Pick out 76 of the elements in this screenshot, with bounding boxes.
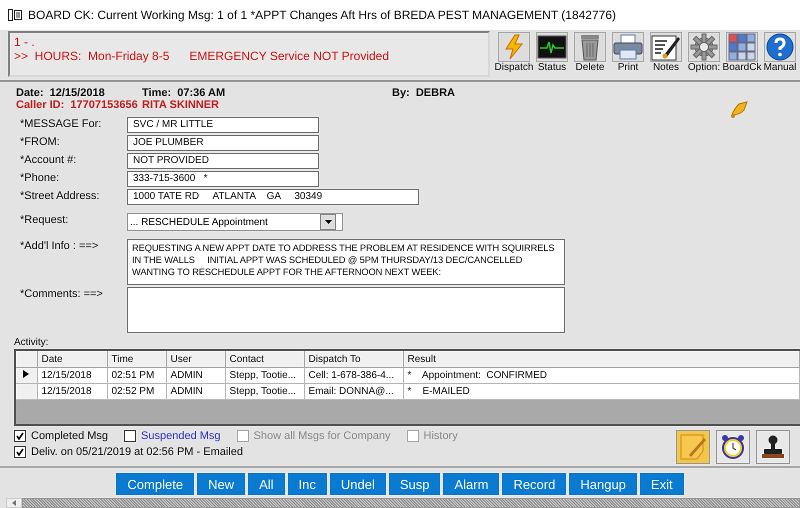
field-label: *FROM: — [20, 135, 61, 148]
scroll-left-button[interactable] — [6, 498, 22, 508]
request-dropdown[interactable]: ... RESCHEDULE Appointment — [127, 213, 343, 231]
table-cell: ADMIN — [166, 368, 225, 384]
field-label: *Phone: — [20, 171, 60, 184]
printer-icon — [613, 34, 643, 60]
caller-name: RITA SKINNER — [142, 99, 219, 111]
action-button[interactable]: Undel — [330, 473, 386, 495]
table-cell: 02:51 PM — [107, 368, 166, 384]
table-cell: 12/15/2018 — [37, 368, 107, 384]
action-button[interactable]: Susp — [388, 473, 440, 495]
notice-text: 1 - . — [14, 35, 36, 49]
action-button[interactable]: Alarm — [443, 473, 500, 495]
column-header[interactable]: Time — [107, 350, 166, 368]
column-header[interactable]: Result — [403, 350, 800, 368]
by-value: DEBRA — [416, 87, 455, 99]
sticky-note-pencil-icon — [679, 433, 707, 461]
checkbox-label[interactable]: Completed Msg — [31, 430, 108, 442]
field-label: *Request: — [20, 213, 70, 226]
input-field[interactable]: SVC / MR LITTLE — [127, 117, 319, 133]
grid-icon — [728, 33, 756, 61]
input-field[interactable]: JOE PLUMBER — [127, 135, 319, 151]
action-button[interactable]: All — [248, 473, 285, 495]
notepad-pen-icon — [651, 33, 681, 61]
left-arrow-icon — [12, 500, 16, 506]
field-label: *Comments: ==> — [20, 287, 104, 300]
checkbox[interactable] — [14, 446, 26, 458]
monitor-icon — [537, 35, 567, 59]
action-button[interactable]: Record — [502, 473, 566, 495]
caller-id-value: 17707153656 — [70, 99, 138, 111]
input-field[interactable]: 333-715-3600 * — [127, 171, 319, 187]
input-field[interactable]: 1000 TATE RD ATLANTA GA 30349 — [127, 189, 419, 205]
dropdown-arrow-icon — [324, 220, 332, 224]
checkbox[interactable] — [14, 430, 26, 442]
current-row-icon — [23, 370, 30, 378]
gear-icon — [690, 33, 718, 61]
action-button[interactable]: Inc — [288, 473, 327, 495]
time-value: 07:36 AM — [177, 87, 226, 99]
row-selector[interactable] — [15, 384, 37, 400]
alarm-clock-icon — [720, 434, 746, 460]
window-title: BOARD CK: Current Working Msg: 1 of 1 *APPT Changes Aft Hrs of BREDA PEST MANAGEMENT (1842776) — [28, 8, 616, 22]
row-selector[interactable] — [15, 368, 37, 384]
tool-button[interactable] — [756, 430, 790, 464]
column-header[interactable]: User — [166, 350, 225, 368]
date-value: 12/15/2018 — [50, 87, 105, 99]
activity-label: Activity: — [13, 336, 50, 349]
field-label: *MESSAGE For: — [20, 117, 102, 130]
notice-text: >> HOURS: Mon-Friday 8-5 EMERGENCY Service NOT Provided — [14, 49, 390, 63]
table-cell: Stepp, Tootie... — [225, 368, 304, 384]
action-button[interactable]: Complete — [116, 473, 194, 495]
text-area[interactable]: REQUESTING A NEW APPT DATE TO ADDRESS THE PROBLEM AT RESIDENCE WITH SQUIRRELS IN THE WALLS INITIAL APPT WAS SCHEDULED @ 5PM THURSDAY/13 DEC/CANCELLED WANTING TO RESCHEDULE APPT FOR THE AFTERNOON NEXT WEEK: — [127, 239, 565, 285]
column-header[interactable]: Date — [37, 350, 107, 368]
field-label: *Street Address: — [20, 189, 100, 202]
checkbox[interactable] — [124, 430, 136, 442]
stamp-icon — [760, 434, 786, 460]
by-label: By: — [392, 87, 410, 99]
caller-id-label: Caller ID: — [16, 99, 64, 111]
field-label: *Add'l Info : ==> — [20, 239, 100, 252]
trash-icon — [579, 33, 601, 61]
time-label: Time: — [142, 87, 172, 99]
date-label: Date: — [16, 87, 44, 99]
tool-button[interactable] — [716, 430, 750, 464]
text-area[interactable] — [127, 287, 565, 333]
table-cell: Cell: 1-678-386-4... — [304, 368, 403, 384]
action-button[interactable]: Hangup — [569, 473, 637, 495]
help-icon — [766, 33, 794, 61]
action-button[interactable]: Exit — [640, 473, 684, 495]
checkbox-label[interactable]: Suspended Msg — [141, 430, 221, 442]
table-cell: * Appointment: CONFIRMED — [403, 368, 800, 384]
action-button[interactable]: New — [197, 473, 246, 495]
column-header[interactable]: Contact — [225, 350, 304, 368]
app-icon — [8, 9, 22, 21]
checkbox-label[interactable]: Deliv. on 05/21/2019 at 02:56 PM - Emailed — [31, 446, 243, 458]
column-header[interactable]: Dispatch To — [304, 350, 403, 368]
input-field[interactable]: NOT PROVIDED — [127, 153, 319, 169]
field-label: *Account #: — [20, 153, 78, 166]
